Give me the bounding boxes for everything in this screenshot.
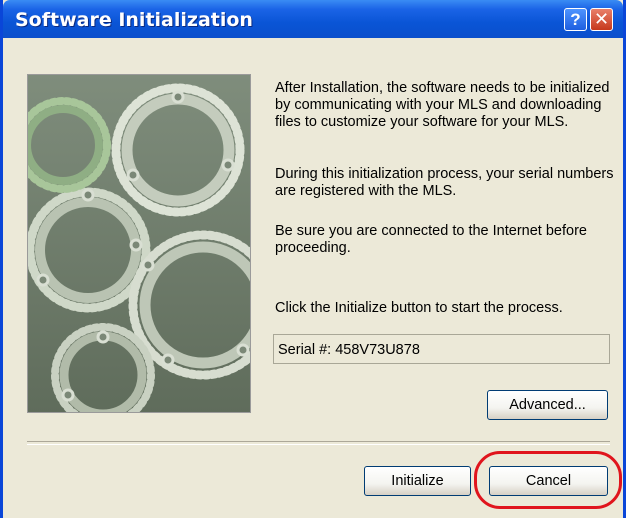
- gears-illustration: [27, 74, 251, 413]
- initialize-button[interactable]: Initialize: [364, 466, 471, 496]
- close-icon: ✕: [593, 9, 610, 29]
- window-title: Software Initialization: [15, 9, 253, 31]
- close-button[interactable]: ✕: [590, 8, 613, 31]
- description-paragraph-2: During this initialization process, your…: [275, 166, 614, 199]
- description-paragraph-1: After Installation, the software needs t…: [275, 80, 610, 130]
- divider: [27, 441, 610, 445]
- instruction-text: Click the Initialize button to start the…: [275, 300, 563, 316]
- advanced-button[interactable]: Advanced...: [487, 390, 608, 420]
- cancel-button[interactable]: Cancel: [489, 466, 608, 496]
- serial-number-text: Serial #: 458V73U878: [278, 342, 420, 358]
- title-bar[interactable]: Software Initialization: [3, 0, 623, 38]
- description-paragraph-3: Be sure you are connected to the Interne…: [275, 223, 587, 256]
- help-button[interactable]: ?: [564, 8, 587, 31]
- help-icon: ?: [570, 10, 581, 29]
- serial-number-field: Serial #: 458V73U878: [273, 334, 610, 364]
